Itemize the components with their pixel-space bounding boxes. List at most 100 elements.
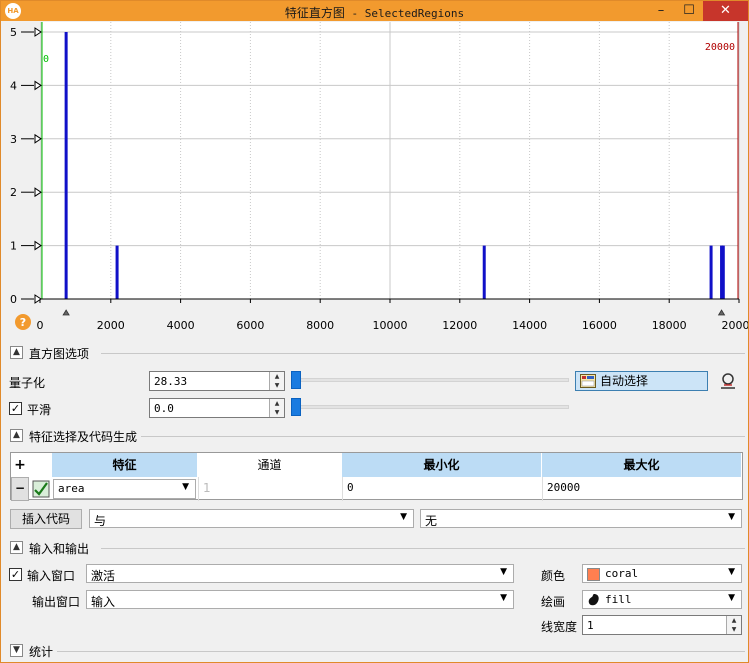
chevron-down-icon: ▼ xyxy=(500,567,507,577)
column-header-feature[interactable]: 特征 xyxy=(52,453,198,477)
quantization-spinbox[interactable]: 28.33 ▲ ▼ xyxy=(149,371,285,391)
expand-icon[interactable]: ▼ xyxy=(10,644,23,657)
slider-handle[interactable] xyxy=(291,398,301,416)
chevron-down-icon: ▼ xyxy=(500,593,507,603)
range-handle-icon xyxy=(717,309,726,316)
insert-code-button[interactable]: 插入代码 xyxy=(10,509,82,529)
y-tick-label: 4 xyxy=(10,79,17,92)
column-header-channel[interactable]: 通道 xyxy=(198,453,342,477)
histogram-chart[interactable]: 0 20000 0 1 2 3 4 5 0 2000 4000 6000 8000 10000 12000 1… xyxy=(1,22,748,342)
color-label: 颜色 xyxy=(541,569,566,583)
quantization-label: 量子化 xyxy=(9,376,46,390)
hist-options-header[interactable]: ▲ 直方图选项 xyxy=(7,345,745,361)
auto-select-icon xyxy=(580,374,596,388)
spin-down-icon[interactable]: ▼ xyxy=(270,381,284,390)
x-tick-label: 20000 xyxy=(722,319,749,332)
feature-visible-icon[interactable] xyxy=(32,480,50,498)
channel-cell[interactable]: 1 xyxy=(198,477,342,501)
io-section-header[interactable]: ▲ 输入和输出 xyxy=(7,540,745,556)
x-tick-label: 6000 xyxy=(236,319,264,332)
stats-section-header[interactable]: ▼ 统计 xyxy=(7,643,745,659)
section-divider xyxy=(57,651,745,652)
x-tick-label: 4000 xyxy=(167,319,195,332)
spin-up-icon[interactable]: ▲ xyxy=(270,399,284,408)
output-window-label: 输出窗口 xyxy=(32,595,81,609)
output-window-combobox[interactable]: 输入 ▼ xyxy=(86,590,514,609)
min-cell[interactable]: 0 xyxy=(342,477,542,501)
column-header-max[interactable]: 最大化 xyxy=(542,453,742,477)
x-tick-label: 14000 xyxy=(512,319,547,332)
spin-up-icon[interactable]: ▲ xyxy=(270,372,284,381)
help-icon-glyph: ? xyxy=(20,316,26,329)
input-window-combobox[interactable]: 激活 ▼ xyxy=(86,564,514,583)
section-divider xyxy=(101,548,745,549)
operator-combobox[interactable]: 与 ▼ xyxy=(89,509,414,528)
feature-value: area xyxy=(58,482,85,495)
spin-up-icon[interactable]: ▲ xyxy=(727,616,741,625)
draw-mode-combobox[interactable]: fill ▼ xyxy=(582,590,742,609)
y-tick-label: 3 xyxy=(10,133,17,146)
color-swatch xyxy=(587,568,600,581)
x-tick-label: 10000 xyxy=(373,319,408,332)
maximize-button[interactable]: ☐ xyxy=(675,1,703,21)
y-arrow-icon xyxy=(34,240,42,251)
close-button[interactable]: ✕ xyxy=(703,1,748,21)
max-threshold-label: 20000 xyxy=(705,42,735,53)
input-window-checkbox[interactable]: ✓ xyxy=(9,568,22,581)
chevron-down-icon: ▼ xyxy=(400,512,407,522)
smooth-checkbox[interactable]: ✓ xyxy=(9,402,22,415)
auto-select-button[interactable]: 自动选择 xyxy=(575,371,708,391)
spin-arrows[interactable]: ▲ ▼ xyxy=(269,399,284,417)
line-width-spinbox[interactable]: 1 ▲ ▼ xyxy=(582,615,742,635)
quantization-slider[interactable] xyxy=(291,371,569,389)
max-cell[interactable]: 20000 xyxy=(542,477,742,501)
title-bar[interactable]: HA 特征直方图 - SelectedRegions – ☐ ✕ xyxy=(1,1,748,21)
collapse-icon[interactable]: ▲ xyxy=(10,346,23,359)
minimize-button[interactable]: – xyxy=(647,1,675,21)
line-width-value: 1 xyxy=(587,619,594,632)
slider-handle[interactable] xyxy=(291,371,301,389)
settings-icon[interactable] xyxy=(719,372,737,390)
section-divider xyxy=(101,353,745,354)
table-corner xyxy=(29,453,51,477)
help-icon[interactable]: ? xyxy=(15,314,31,330)
spin-down-icon[interactable]: ▼ xyxy=(270,408,284,417)
color-value: coral xyxy=(605,567,639,580)
spin-arrows[interactable]: ▲ ▼ xyxy=(726,616,741,634)
histogram-bar xyxy=(64,32,68,299)
y-tick-label: 5 xyxy=(10,26,17,39)
window-title: 特征直方图 - SelectedRegions xyxy=(1,4,748,21)
smooth-spinbox[interactable]: 0.0 ▲ ▼ xyxy=(149,398,285,418)
feature-section-title: 特征选择及代码生成 xyxy=(29,430,138,444)
spin-down-icon[interactable]: ▼ xyxy=(727,625,741,634)
color-combobox[interactable]: coral ▼ xyxy=(582,564,742,583)
min-threshold-label: 0 xyxy=(43,54,49,65)
feature-section-header[interactable]: ▲ 特征选择及代码生成 xyxy=(7,428,745,444)
y-arrow-icon xyxy=(34,187,42,198)
collapse-icon[interactable]: ▲ xyxy=(10,541,23,554)
column-header-min[interactable]: 最小化 xyxy=(342,453,542,477)
code-target-combobox[interactable]: 无 ▼ xyxy=(420,509,742,528)
add-row-button[interactable]: + xyxy=(11,453,29,477)
feature-combobox[interactable]: area ▼ xyxy=(53,479,196,499)
remove-row-button[interactable]: − xyxy=(11,477,29,501)
y-tick-label: 0 xyxy=(10,293,17,306)
x-tick-label: 2000 xyxy=(97,319,125,332)
y-arrow-icon xyxy=(34,27,42,37)
stats-section-title: 统计 xyxy=(29,645,54,659)
operator-value: 与 xyxy=(94,514,107,528)
x-tick-label: 12000 xyxy=(442,319,477,332)
smooth-slider[interactable] xyxy=(291,398,569,416)
draw-label: 绘画 xyxy=(541,595,566,609)
spin-arrows[interactable]: ▲ ▼ xyxy=(269,372,284,390)
code-target-value: 无 xyxy=(425,514,438,528)
collapse-icon[interactable]: ▲ xyxy=(10,429,23,442)
draw-mode-value: fill xyxy=(605,593,632,606)
chevron-down-icon: ▼ xyxy=(728,593,735,603)
window-title-sub: SelectedRegions xyxy=(364,7,465,20)
feature-histogram-window: HA 特征直方图 - SelectedRegions – ☐ ✕ 0 20000 0… xyxy=(0,0,749,663)
input-window-value: 激活 xyxy=(91,569,116,583)
window-title-separator: - xyxy=(344,7,365,20)
x-tick-label: 8000 xyxy=(306,319,334,332)
range-handle-icon xyxy=(62,309,70,316)
